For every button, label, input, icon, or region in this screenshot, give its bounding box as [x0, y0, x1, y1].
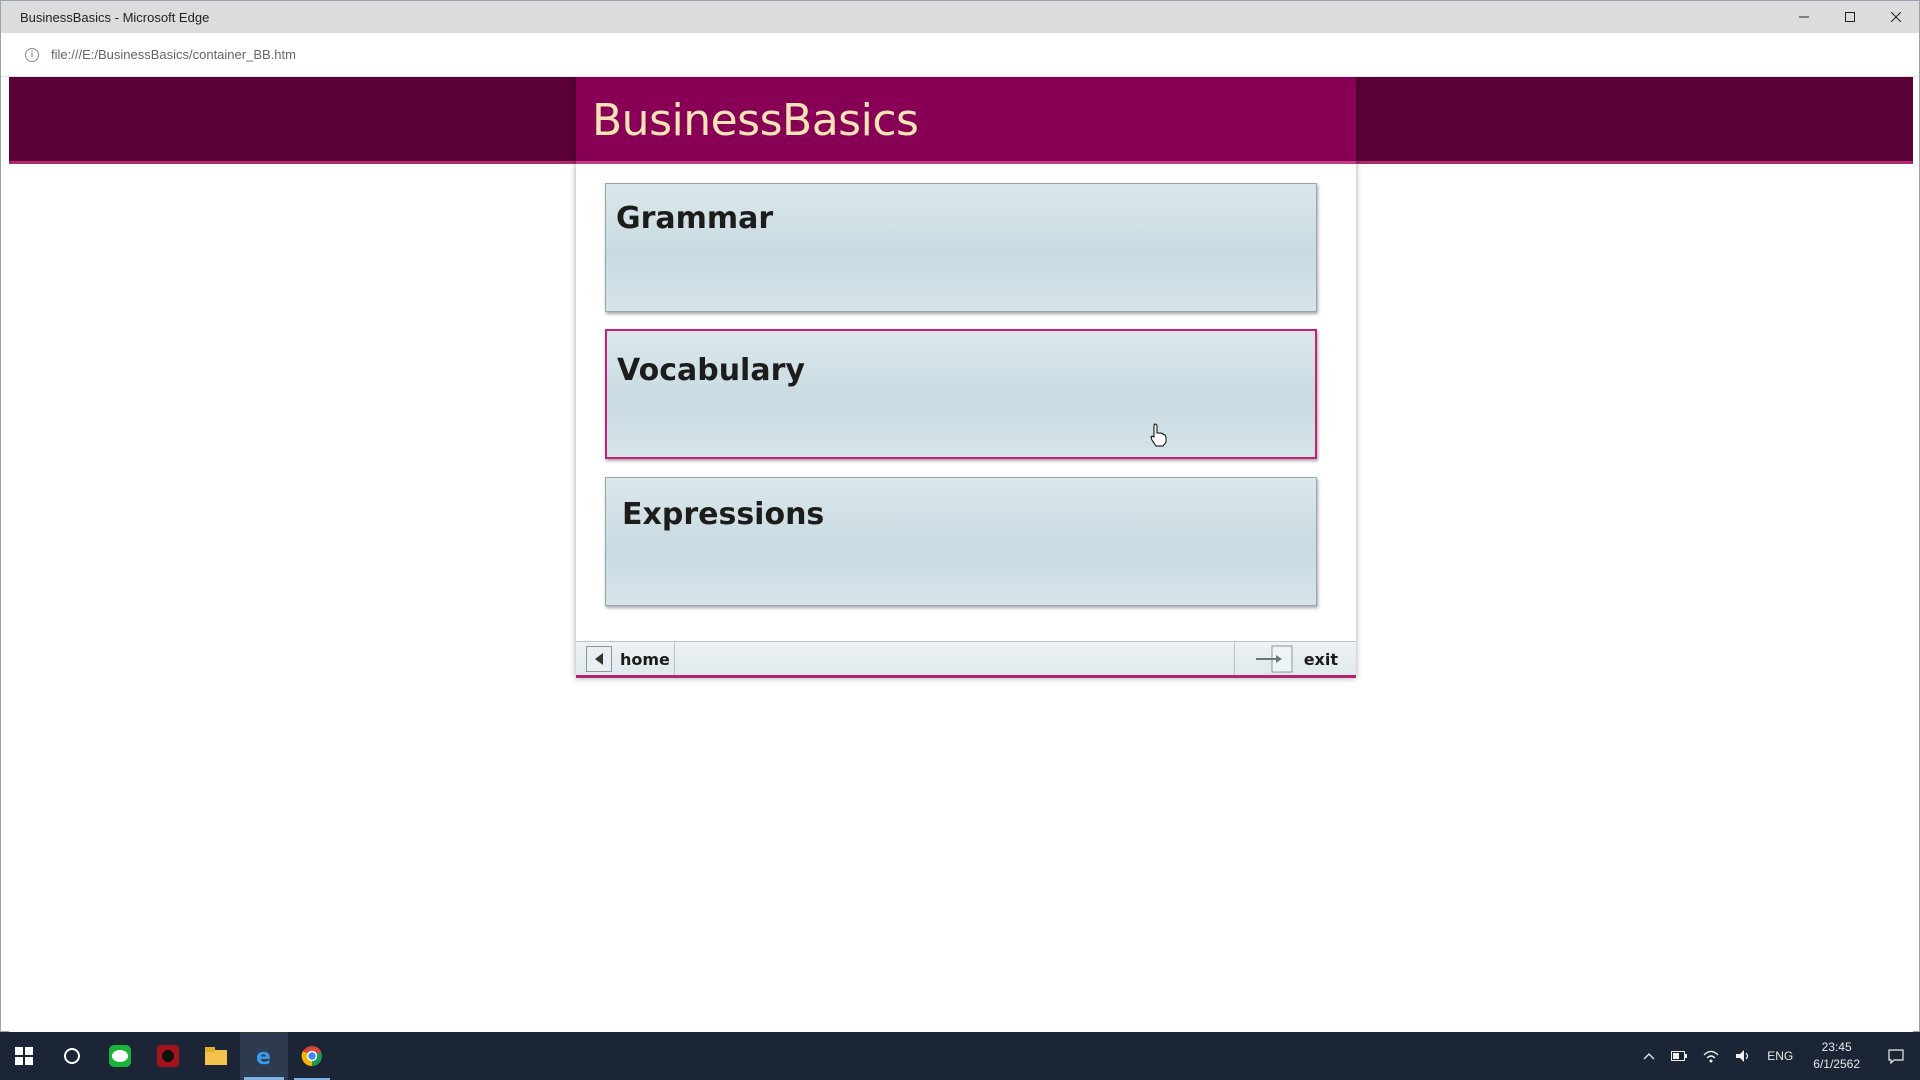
vocabulary-label: Vocabulary: [617, 353, 805, 388]
taskbar: e ENG 23:45 6/1/2562: [0, 1032, 1920, 1080]
start-button[interactable]: [0, 1032, 48, 1080]
vocabulary-button[interactable]: Vocabulary: [605, 329, 1317, 459]
chevron-up-icon: [1643, 1053, 1655, 1060]
edge-browser-icon: e: [256, 1045, 271, 1068]
maximize-button[interactable]: [1827, 1, 1873, 33]
address-bar[interactable]: i file:///E:/BusinessBasics/container_BB…: [1, 33, 1919, 77]
grammar-button[interactable]: Grammar: [605, 183, 1317, 312]
battery-icon: [1671, 1051, 1688, 1061]
svg-text:e: e: [256, 1045, 271, 1068]
home-button[interactable]: home: [586, 646, 670, 672]
expressions-button[interactable]: Expressions: [605, 477, 1317, 606]
cortana-button[interactable]: [48, 1032, 96, 1080]
app-container: BusinessBasics Grammar Vocabulary Expres…: [576, 77, 1356, 678]
page-viewport: BusinessBasics Grammar Vocabulary Expres…: [9, 77, 1913, 1033]
app-footer: home exit: [576, 641, 1356, 678]
expressions-label: Expressions: [622, 497, 825, 532]
line-app-icon: [109, 1045, 131, 1067]
language-indicator[interactable]: ENG: [1759, 1032, 1801, 1080]
footer-divider: [674, 642, 675, 675]
hand-cursor-icon: [1150, 423, 1167, 447]
windows-logo-icon: [15, 1047, 33, 1065]
footer-divider: [1234, 642, 1235, 675]
title-bar[interactable]: BusinessBasics - Microsoft Edge: [1, 1, 1919, 33]
exit-label: exit: [1303, 649, 1338, 669]
taskbar-clock[interactable]: 23:45 6/1/2562: [1801, 1039, 1872, 1073]
back-arrow-icon: [586, 646, 612, 672]
taskbar-file-explorer[interactable]: [192, 1032, 240, 1080]
window-title: BusinessBasics - Microsoft Edge: [20, 9, 210, 25]
app-title: BusinessBasics: [592, 95, 919, 146]
volume-indicator[interactable]: [1727, 1032, 1759, 1080]
taskbar-chrome[interactable]: [288, 1032, 336, 1080]
exit-button[interactable]: exit: [1254, 645, 1338, 673]
clock-date: 6/1/2562: [1813, 1057, 1860, 1071]
cortana-circle-icon: [64, 1048, 80, 1064]
info-icon[interactable]: i: [25, 47, 39, 62]
taskbar-game-app[interactable]: [144, 1032, 192, 1080]
action-center-button[interactable]: [1872, 1032, 1920, 1080]
minimize-button[interactable]: [1781, 1, 1827, 33]
exit-door-icon: [1255, 645, 1293, 673]
chrome-browser-icon: [301, 1046, 322, 1067]
app-header: BusinessBasics: [576, 77, 1356, 164]
taskbar-line-app[interactable]: [96, 1032, 144, 1080]
speaker-icon: [1736, 1050, 1749, 1062]
clock-time: 23:45: [1821, 1040, 1852, 1054]
notification-icon: [1888, 1049, 1904, 1064]
battery-indicator[interactable]: [1663, 1032, 1695, 1080]
folder-icon: [205, 1047, 227, 1065]
address-url[interactable]: file:///E:/BusinessBasics/container_BB.h…: [51, 47, 296, 62]
show-hidden-icons[interactable]: [1635, 1032, 1663, 1080]
close-button[interactable]: [1873, 1, 1919, 33]
maximize-icon: [1845, 12, 1855, 22]
minimize-icon: [1799, 16, 1809, 18]
network-indicator[interactable]: [1695, 1032, 1727, 1080]
grammar-label: Grammar: [616, 201, 774, 236]
home-label: home: [620, 649, 670, 669]
window-controls: [1781, 1, 1919, 33]
browser-window: BusinessBasics - Microsoft Edge i file:/…: [0, 0, 1920, 1033]
system-tray: ENG 23:45 6/1/2562: [1635, 1032, 1920, 1080]
close-icon: [1891, 12, 1901, 22]
taskbar-edge[interactable]: e: [240, 1032, 288, 1080]
wifi-icon: [1703, 1050, 1719, 1063]
game-app-icon: [157, 1045, 179, 1067]
